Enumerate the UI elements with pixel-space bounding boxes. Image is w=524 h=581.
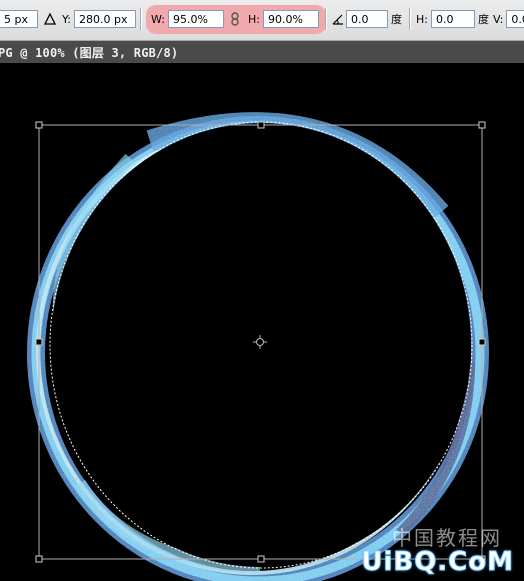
width-scale-group: W: 95.0%	[151, 9, 224, 29]
rotate-icon	[332, 9, 344, 29]
handle-top-left[interactable]	[35, 121, 43, 129]
height-scale-group: H: 90.0%	[248, 9, 319, 29]
angle-unit: 度	[391, 13, 402, 26]
handle-top-center[interactable]	[257, 121, 265, 129]
separator	[325, 8, 327, 30]
width-scale-field[interactable]: 95.0%	[167, 10, 224, 28]
handle-middle-right[interactable]	[478, 338, 486, 346]
skew-h-label: H:	[416, 12, 428, 26]
w-label: W:	[151, 12, 165, 26]
transform-options-bar: 5 px Y: 280.0 px W: 95.0% H: 90.0% 0.0 度	[0, 0, 524, 41]
rotate-group: 0.0 度	[346, 9, 405, 29]
skew-v-group: V: 0.0	[493, 9, 524, 29]
handle-bottom-left[interactable]	[35, 555, 43, 563]
chain-link-icon	[231, 12, 239, 26]
x-position-field[interactable]: 5 px	[0, 10, 38, 28]
handle-bottom-right[interactable]	[478, 555, 486, 563]
y-position-field[interactable]: 280.0 px	[73, 10, 136, 28]
canvas-area[interactable]: 中国教程网 UiBQ.CoM	[0, 63, 524, 581]
separator	[140, 8, 142, 30]
canvas-artwork	[27, 112, 489, 581]
y-position-group: Y: 280.0 px	[62, 9, 136, 29]
skew-h-field[interactable]: 0.0	[430, 10, 475, 28]
angle-icon	[332, 14, 343, 25]
height-scale-field[interactable]: 90.0%	[262, 10, 319, 28]
document-title: PG @ 100% (图层 3, RGB/8)	[0, 46, 179, 60]
separator	[409, 8, 411, 30]
skew-v-field[interactable]: 0.0	[506, 10, 524, 28]
skew-v-label: V:	[493, 12, 504, 26]
handle-top-right[interactable]	[478, 121, 486, 129]
delta-icon	[44, 13, 56, 25]
reference-delta-icon[interactable]	[44, 9, 56, 29]
y-label: Y:	[62, 12, 71, 26]
x-position-group: 5 px	[0, 9, 38, 29]
handle-bottom-center[interactable]	[257, 555, 265, 563]
skew-h-group: H: 0.0 度	[416, 9, 492, 29]
handle-middle-left[interactable]	[35, 338, 43, 346]
rotate-angle-field[interactable]: 0.0	[346, 10, 388, 28]
skew-h-unit: 度	[477, 13, 489, 26]
h-label: H:	[248, 12, 260, 26]
document-tab[interactable]: PG @ 100% (图层 3, RGB/8)	[0, 41, 524, 64]
maintain-aspect-toggle[interactable]	[230, 9, 240, 29]
